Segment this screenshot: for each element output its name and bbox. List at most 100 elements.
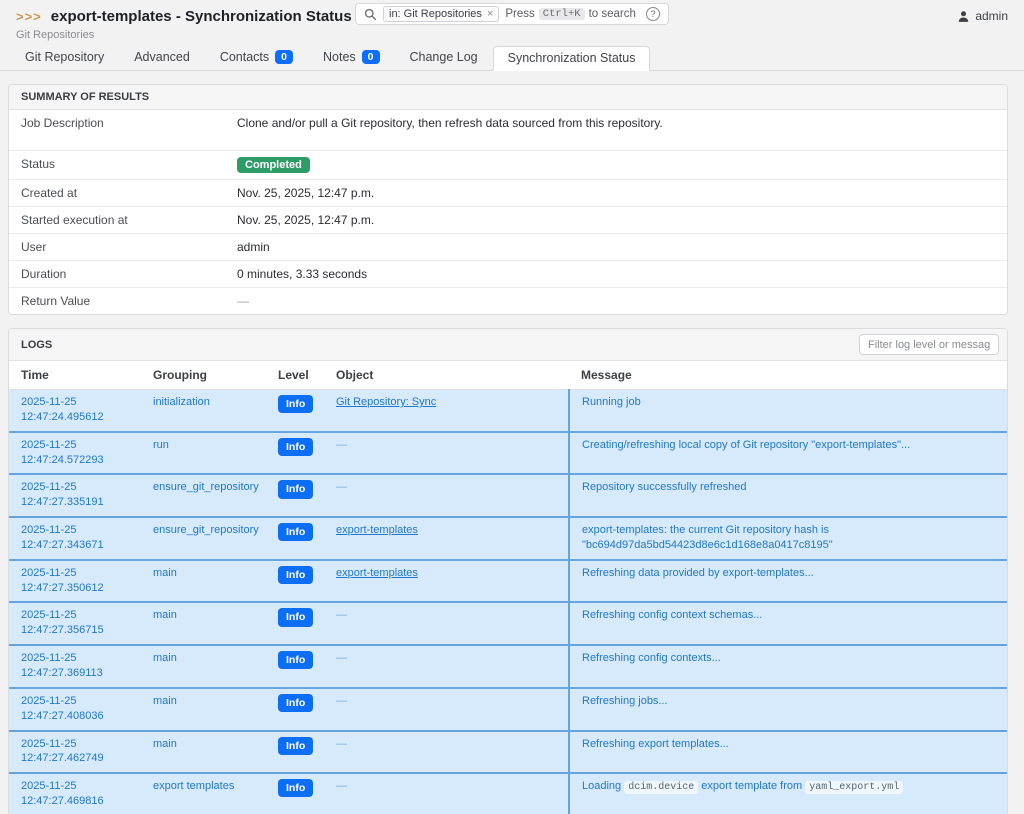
chip-close-icon[interactable]: × xyxy=(487,8,493,20)
logs-panel: LOGS TimeGroupingLevelObjectMessage 2025… xyxy=(8,328,1008,814)
log-row: 2025-11-2512:47:27.350612 main Info expo… xyxy=(9,560,1007,603)
user-name: admin xyxy=(975,9,1008,23)
tab-git-repository[interactable]: Git Repository xyxy=(10,45,119,70)
column-header-object: Object xyxy=(324,361,569,390)
log-object: — xyxy=(324,474,569,517)
logs-panel-title: LOGS xyxy=(21,339,52,351)
log-level: Info xyxy=(266,432,324,475)
log-grouping: ensure_git_repository xyxy=(141,474,266,517)
log-level-badge: Info xyxy=(278,523,313,541)
log-level-badge: Info xyxy=(278,438,313,456)
page-title: export-templates - Synchronization Statu… xyxy=(51,8,352,25)
log-object: export-templates xyxy=(324,560,569,603)
log-message: Refreshing jobs... xyxy=(569,688,1007,731)
page-header: >>> export-templates - Synchronization S… xyxy=(0,0,1024,48)
summary-row: Status Completed xyxy=(9,151,1007,180)
summary-row-label: Started execution at xyxy=(21,213,237,227)
log-time: 2025-11-2512:47:24.572293 xyxy=(9,432,141,475)
log-level: Info xyxy=(266,560,324,603)
search-scope-chip[interactable]: in: Git Repositories × xyxy=(383,6,499,22)
log-level-badge: Info xyxy=(278,480,313,498)
log-level: Info xyxy=(266,602,324,645)
log-object: — xyxy=(324,731,569,774)
tab-advanced[interactable]: Advanced xyxy=(119,45,205,70)
summary-row: Started execution at Nov. 25, 2025, 12:4… xyxy=(9,207,1007,234)
summary-row: Return Value — xyxy=(9,288,1007,314)
log-message: Running job xyxy=(569,390,1007,432)
log-message: Refreshing config context schemas... xyxy=(569,602,1007,645)
summary-row-value: Nov. 25, 2025, 12:47 p.m. xyxy=(237,213,374,227)
log-object: — xyxy=(324,645,569,688)
summary-row-value: admin xyxy=(237,240,270,254)
ctrl-k-kbd: Ctrl+K xyxy=(539,8,585,20)
summary-row-value: 0 minutes, 3.33 seconds xyxy=(237,267,367,281)
log-object: — xyxy=(324,773,569,814)
log-time: 2025-11-2512:47:27.356715 xyxy=(9,602,141,645)
log-row: 2025-11-2512:47:27.469816 export templat… xyxy=(9,773,1007,814)
tab-notes[interactable]: Notes 0 xyxy=(308,45,395,70)
log-row: 2025-11-2512:47:27.462749 main Info — Re… xyxy=(9,731,1007,774)
log-row: 2025-11-2512:47:24.572293 run Info — Cre… xyxy=(9,432,1007,475)
code-chip: dcim.device xyxy=(624,781,698,794)
log-level: Info xyxy=(266,731,324,774)
log-grouping: export templates xyxy=(141,773,266,814)
log-level-badge: Info xyxy=(278,566,313,584)
log-message: Refreshing data provided by export-templ… xyxy=(569,560,1007,603)
column-header-message: Message xyxy=(569,361,1007,390)
summary-row-value: — xyxy=(237,294,249,308)
log-time: 2025-11-2512:47:27.469816 xyxy=(9,773,141,814)
summary-row: User admin xyxy=(9,234,1007,261)
summary-row-label: Created at xyxy=(21,186,237,200)
user-menu[interactable]: admin xyxy=(957,9,1008,23)
log-message: Creating/refreshing local copy of Git re… xyxy=(569,432,1007,475)
tab-change-log[interactable]: Change Log xyxy=(395,45,493,70)
log-object-link[interactable]: export-templates xyxy=(336,524,418,536)
tab-contacts[interactable]: Contacts 0 xyxy=(205,45,308,70)
log-level: Info xyxy=(266,517,324,560)
log-level-badge: Info xyxy=(278,694,313,712)
log-row: 2025-11-2512:47:27.408036 main Info — Re… xyxy=(9,688,1007,731)
log-grouping: run xyxy=(141,432,266,475)
log-level: Info xyxy=(266,390,324,432)
tab-label: Contacts xyxy=(220,50,269,64)
log-level: Info xyxy=(266,474,324,517)
log-row: 2025-11-2512:47:27.343671 ensure_git_rep… xyxy=(9,517,1007,560)
log-object: — xyxy=(324,432,569,475)
summary-row-value: Completed xyxy=(237,157,310,173)
log-object: — xyxy=(324,602,569,645)
user-icon xyxy=(957,10,970,23)
log-object: — xyxy=(324,688,569,731)
log-object: Git Repository: Sync xyxy=(324,390,569,432)
log-row: 2025-11-2512:47:27.356715 main Info — Re… xyxy=(9,602,1007,645)
tab-synchronization-status[interactable]: Synchronization Status xyxy=(493,46,651,71)
search-placeholder-prefix: Press xyxy=(505,8,534,20)
summary-row-label: Return Value xyxy=(21,294,237,308)
log-filter-input[interactable] xyxy=(859,334,999,355)
log-grouping: main xyxy=(141,645,266,688)
log-object: export-templates xyxy=(324,517,569,560)
log-time: 2025-11-2512:47:27.408036 xyxy=(9,688,141,731)
log-level-badge: Info xyxy=(278,395,313,413)
nautobot-logo-chevrons[interactable]: >>> xyxy=(16,9,42,24)
log-grouping: main xyxy=(141,602,266,645)
log-message: Repository successfully refreshed xyxy=(569,474,1007,517)
log-level: Info xyxy=(266,773,324,814)
tab-count-badge: 0 xyxy=(275,50,293,64)
log-time: 2025-11-2512:47:27.343671 xyxy=(9,517,141,560)
search-icon xyxy=(364,8,377,21)
log-level-badge: Info xyxy=(278,608,313,626)
global-search-bar[interactable]: in: Git Repositories × Press Ctrl+K to s… xyxy=(355,3,669,25)
log-grouping: main xyxy=(141,688,266,731)
log-row: 2025-11-2512:47:27.369113 main Info — Re… xyxy=(9,645,1007,688)
search-placeholder-suffix: to search xyxy=(589,8,636,20)
help-icon[interactable]: ? xyxy=(646,7,660,21)
log-object-link[interactable]: Git Repository: Sync xyxy=(336,396,436,408)
breadcrumb-git-repositories[interactable]: Git Repositories xyxy=(16,29,1008,41)
logs-table-header: TimeGroupingLevelObjectMessage xyxy=(9,361,1007,390)
log-grouping: initialization xyxy=(141,390,266,432)
summary-panel-title: SUMMARY OF RESULTS xyxy=(9,85,1007,110)
log-object-link[interactable]: export-templates xyxy=(336,567,418,579)
log-row: 2025-11-2512:47:27.335191 ensure_git_rep… xyxy=(9,474,1007,517)
column-header-level: Level xyxy=(266,361,324,390)
status-badge: Completed xyxy=(237,157,310,173)
